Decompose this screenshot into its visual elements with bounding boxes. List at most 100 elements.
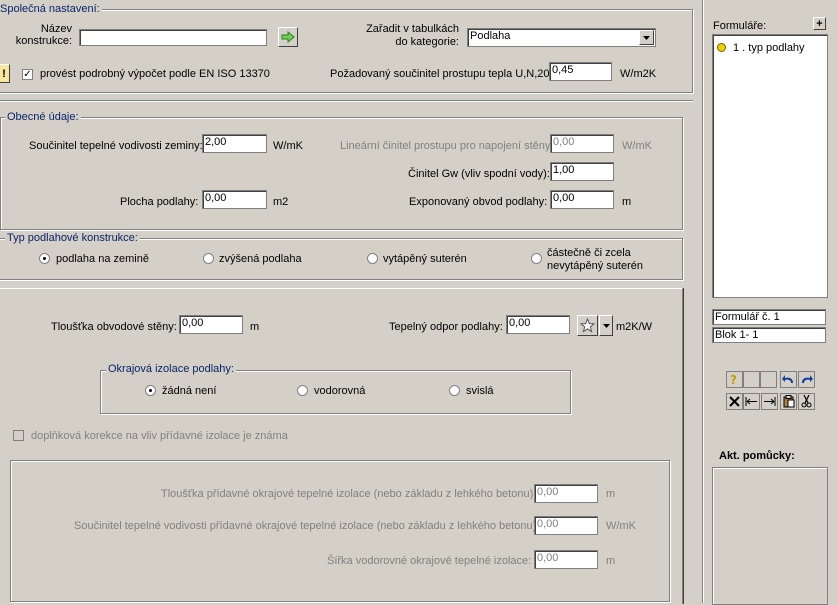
- category-label-2: do kategorie:: [395, 36, 459, 48]
- move-right-button[interactable]: [761, 393, 778, 410]
- extra-width-input[interactable]: 0,00: [534, 550, 598, 569]
- floor-type-legend: Typ podlahové konstrukce:: [5, 232, 140, 244]
- plus-icon: +: [816, 17, 823, 30]
- undo-button[interactable]: [780, 371, 797, 388]
- floor-area-label: Plocha podlahy:: [120, 196, 199, 208]
- floor-type-unheated-label-1: částečně či zcela: [547, 247, 631, 259]
- floor-type-heated-label: vytápěný suterén: [383, 253, 467, 265]
- resistance-input[interactable]: 0,00: [506, 315, 570, 334]
- chevron-down-icon: [643, 35, 650, 40]
- edge-radio-none[interactable]: [145, 385, 156, 396]
- star-dropdown-button[interactable]: [599, 315, 613, 336]
- name-label-2: konstrukce:: [15, 35, 72, 47]
- edge-radio-horizontal[interactable]: [297, 385, 308, 396]
- linear-input[interactable]: 0,00: [550, 134, 614, 153]
- extra-conductivity-unit: W/mK: [606, 520, 636, 532]
- arrow-right-bar-icon: [764, 397, 776, 406]
- extra-correction-label: doplňková korekce na vliv přídavné izola…: [31, 430, 288, 442]
- soil-conductivity-unit: W/mK: [273, 140, 303, 152]
- forms-label: Formuláře:: [713, 20, 767, 32]
- arrow-left-bar-icon: [745, 397, 757, 406]
- tools-panel: [712, 467, 828, 605]
- perimeter-unit: m: [622, 196, 632, 208]
- detailed-calc-label: provést podrobný výpočet podle EN ISO 13…: [40, 68, 270, 80]
- redo-button[interactable]: [798, 371, 815, 388]
- name-input[interactable]: [79, 29, 267, 46]
- floor-type-radio-heated[interactable]: [367, 253, 378, 264]
- edge-none-label: žádná není: [162, 385, 217, 397]
- chevron-down-icon: [602, 323, 610, 328]
- help-button[interactable]: ?: [726, 371, 743, 388]
- block-field: Blok 1- 1: [712, 327, 826, 343]
- edge-horizontal-label: vodorovná: [314, 385, 366, 397]
- category-select[interactable]: Podlaha: [467, 28, 656, 47]
- general-legend: Obecné údaje:: [5, 111, 81, 123]
- toolbar-empty-1[interactable]: [743, 371, 760, 388]
- detailed-calc-checkbox[interactable]: ✓: [22, 69, 33, 80]
- form-list-item[interactable]: 1 . typ podlahy: [733, 42, 805, 54]
- sidebar-divider-light: [703, 0, 704, 603]
- delete-button[interactable]: [726, 393, 743, 410]
- required-u-input[interactable]: 0,45: [549, 62, 612, 81]
- extra-width-label: Šířka vodorovné okrajové tepelné izolace…: [327, 555, 532, 567]
- edge-vertical-label: svislá: [466, 385, 494, 397]
- common-settings-legend: Společná nastavení:: [0, 3, 102, 15]
- floor-type-raised-label: zvýšená podlaha: [219, 253, 302, 265]
- extra-thickness-unit: m: [606, 488, 616, 500]
- star-icon: [580, 318, 595, 333]
- gw-label: Činitel Gw (vliv spodní vody):: [408, 168, 550, 180]
- redo-icon: [802, 375, 813, 383]
- floor-type-radio-ground[interactable]: [39, 253, 50, 264]
- form-number-field: Formulář č. 1: [712, 309, 826, 325]
- extra-correction-checkbox[interactable]: [13, 430, 24, 441]
- edge-insulation-legend: Okrajová izolace podlahy:: [106, 363, 236, 375]
- wall-thickness-label: Tloušťka obvodové stěny:: [51, 321, 177, 333]
- perimeter-label: Exponovaný obvod podlahy:: [409, 196, 548, 208]
- star-button[interactable]: [577, 315, 598, 336]
- linear-label: Lineární činitel prostupu pro napojení s…: [340, 140, 554, 152]
- perimeter-input[interactable]: 0,00: [550, 190, 614, 209]
- resistance-unit: m2K/W: [616, 321, 653, 333]
- category-dropdown-button[interactable]: [639, 30, 654, 45]
- required-u-unit: W/m2K: [620, 68, 657, 80]
- floor-type-radio-unheated[interactable]: [531, 253, 542, 264]
- undo-icon: [782, 375, 793, 383]
- edge-radio-vertical[interactable]: [449, 385, 460, 396]
- cut-button[interactable]: [798, 393, 815, 410]
- scissors-icon: [801, 395, 812, 408]
- move-left-button[interactable]: [743, 393, 760, 410]
- gw-input[interactable]: 1,00: [550, 162, 614, 181]
- soil-conductivity-label: Součinitel tepelné vodivosti zeminy:: [29, 140, 203, 152]
- soil-conductivity-input[interactable]: 2,00: [202, 134, 267, 153]
- warning-button[interactable]: !: [0, 64, 10, 83]
- extra-conductivity-label: Součinitel tepelné vodivosti přídavné ok…: [74, 520, 540, 532]
- tools-label: Akt. pomůcky:: [719, 450, 795, 462]
- required-u-label: Požadovaný součinitel prostupu tepla U,N…: [330, 68, 553, 80]
- paste-button[interactable]: [780, 393, 797, 410]
- wall-thickness-input[interactable]: 0,00: [179, 315, 243, 334]
- cross-icon: [729, 396, 740, 407]
- green-arrow-icon: [281, 31, 295, 43]
- form-item-marker-icon: [717, 43, 726, 52]
- floor-type-ground-label: podlaha na zemině: [56, 253, 149, 265]
- forms-list[interactable]: [712, 34, 828, 298]
- floor-type-unheated-label-2: nevytápěný suterén: [547, 260, 644, 272]
- clipboard-icon: [783, 395, 794, 408]
- toolbar-empty-2[interactable]: [760, 371, 777, 388]
- linear-unit: W/mK: [622, 140, 652, 152]
- extra-conductivity-input[interactable]: 0,00: [534, 516, 598, 535]
- apply-name-button[interactable]: [278, 27, 298, 47]
- floor-area-unit: m2: [273, 196, 289, 208]
- question-icon: ?: [730, 373, 737, 386]
- extra-thickness-label: Tloušťka přídavné okrajové tepelné izola…: [161, 488, 537, 500]
- warning-icon: !: [2, 67, 6, 80]
- category-select-value: Podlaha: [470, 30, 511, 42]
- resistance-label: Tepelný odpor podlahy:: [389, 321, 503, 333]
- svg-text:?: ?: [730, 373, 737, 386]
- extra-thickness-input[interactable]: 0,00: [534, 484, 598, 503]
- category-label-1: Zařadit v tabulkách: [366, 23, 459, 35]
- add-form-button[interactable]: +: [813, 17, 826, 30]
- floor-area-input[interactable]: 0,00: [202, 190, 267, 209]
- floor-type-radio-raised[interactable]: [203, 253, 214, 264]
- name-label-1: Název: [40, 23, 72, 35]
